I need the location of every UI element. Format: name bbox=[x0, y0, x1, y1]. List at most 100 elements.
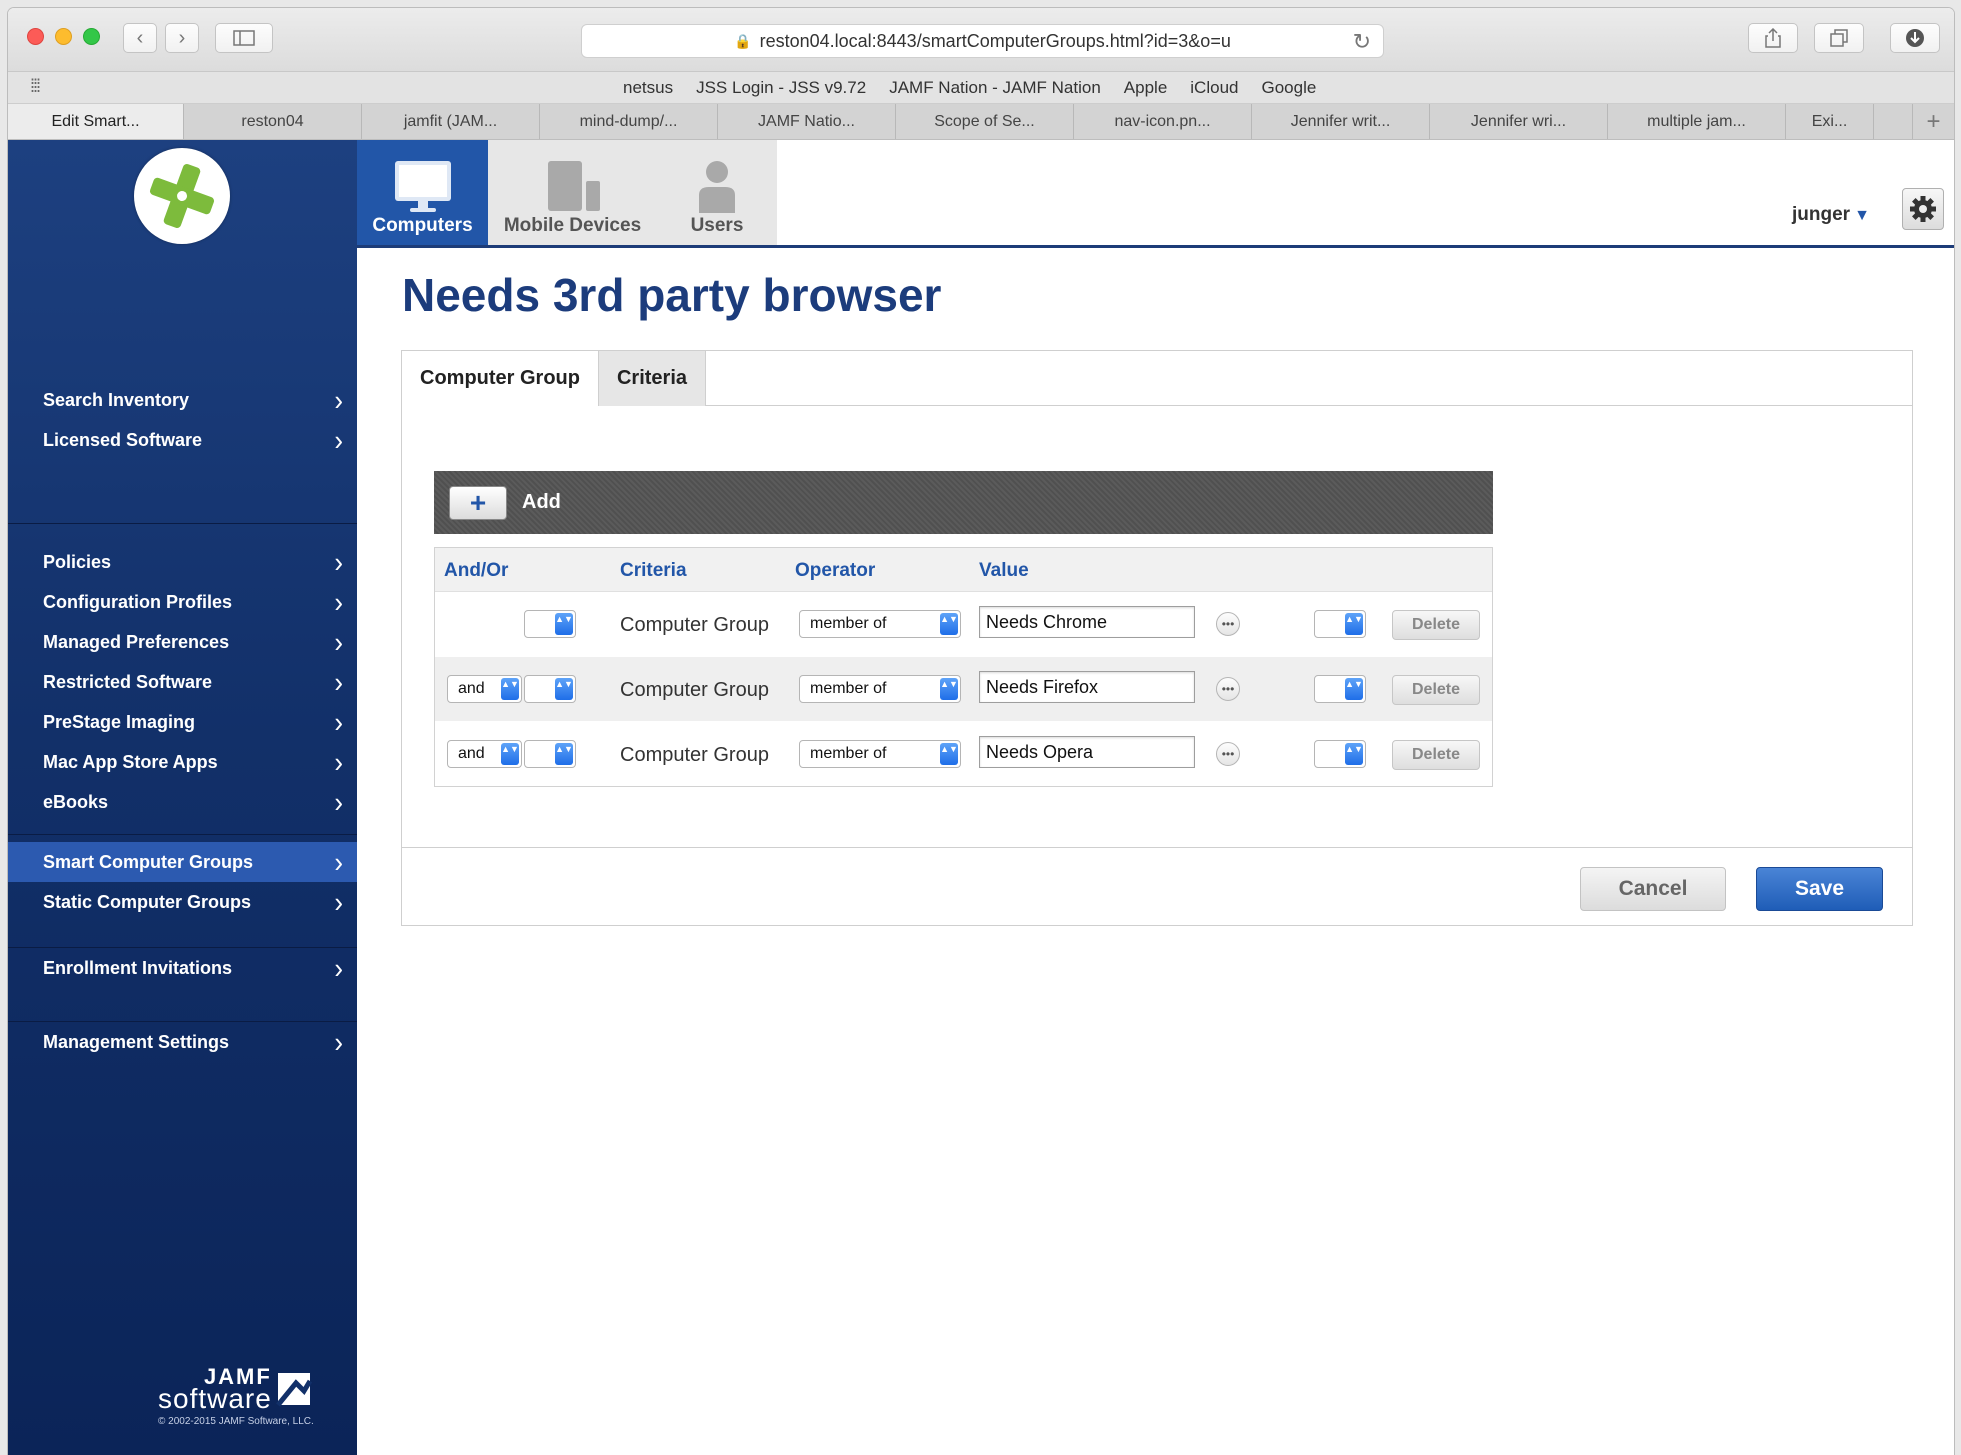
chevron-right-icon: › bbox=[334, 544, 343, 578]
forward-button[interactable]: › bbox=[165, 23, 199, 53]
sidebar-item-search-inventory[interactable]: Search Inventory › bbox=[8, 380, 357, 420]
settings-button[interactable] bbox=[1902, 188, 1944, 230]
address-bar[interactable]: 🔒 reston04.local:8443/smartComputerGroup… bbox=[581, 24, 1384, 58]
more-options-icon[interactable]: ••• bbox=[1216, 612, 1240, 636]
jamf-logo[interactable] bbox=[134, 148, 230, 244]
show-all-tabs-button[interactable] bbox=[1814, 23, 1864, 53]
sidebar-item-managed-preferences[interactable]: Managed Preferences › bbox=[8, 622, 357, 662]
chevron-right-icon: › bbox=[334, 844, 343, 878]
open-paren-select[interactable]: ▲▼ bbox=[524, 740, 576, 768]
panel-footer-divider bbox=[402, 847, 1912, 848]
chevron-right-icon: › bbox=[334, 704, 343, 738]
sidebar-item-licensed-software[interactable]: Licensed Software › bbox=[8, 420, 357, 460]
chevron-right-icon: › bbox=[334, 950, 343, 984]
browser-tab[interactable]: reston04 bbox=[184, 104, 362, 139]
sidebar-item-restricted-software[interactable]: Restricted Software › bbox=[8, 662, 357, 702]
select-arrows-icon: ▲▼ bbox=[940, 743, 958, 765]
open-paren-select[interactable]: ▲▼ bbox=[524, 675, 576, 703]
brand-bottom-text: software bbox=[158, 1382, 272, 1414]
favorite-link[interactable]: iCloud bbox=[1190, 78, 1238, 98]
sidebar-item-static-computer-groups[interactable]: Static Computer Groups › bbox=[8, 882, 357, 922]
chevron-right-icon: › bbox=[334, 382, 343, 416]
sidebar-item-ebooks[interactable]: eBooks › bbox=[8, 782, 357, 822]
nav-mobile-devices[interactable]: Mobile Devices bbox=[488, 140, 657, 245]
downloads-button[interactable] bbox=[1890, 23, 1940, 53]
sidebar-item-label: Configuration Profiles bbox=[43, 591, 232, 612]
sidebar-item-prestage-imaging[interactable]: PreStage Imaging › bbox=[8, 702, 357, 742]
select-arrows-icon: ▲▼ bbox=[555, 743, 573, 765]
select-arrows-icon: ▲▼ bbox=[1345, 678, 1363, 700]
and-or-select[interactable]: and ▲▼ bbox=[447, 740, 522, 768]
criteria-name: Computer Group bbox=[620, 679, 769, 701]
share-button[interactable] bbox=[1748, 23, 1798, 53]
sidebar-group: Management Settings › bbox=[8, 1022, 357, 1062]
value-field[interactable]: Needs Firefox bbox=[979, 671, 1195, 703]
chevron-right-icon: › bbox=[334, 584, 343, 618]
top-sites-icon[interactable]: ⁞⁞⁞ bbox=[30, 76, 41, 97]
add-button[interactable]: + bbox=[449, 485, 507, 520]
nav-computers[interactable]: Computers bbox=[357, 140, 488, 245]
nav-users[interactable]: Users bbox=[657, 140, 777, 245]
delete-button[interactable]: Delete bbox=[1392, 610, 1480, 640]
zoom-window-button[interactable] bbox=[83, 28, 100, 45]
sidebar-item-enrollment-invitations[interactable]: Enrollment Invitations › bbox=[8, 948, 357, 988]
sidebar-item-label: Restricted Software bbox=[43, 671, 213, 692]
open-paren-select[interactable]: ▲▼ bbox=[524, 610, 576, 638]
sidebar-divider bbox=[8, 834, 357, 835]
chevron-right-icon: › bbox=[334, 744, 343, 778]
favorite-link[interactable]: Apple bbox=[1124, 78, 1167, 98]
favorite-link[interactable]: netsus bbox=[623, 78, 673, 98]
operator-select[interactable]: member of ▲▼ bbox=[799, 675, 961, 703]
select-arrows-icon: ▲▼ bbox=[1345, 613, 1363, 635]
close-window-button[interactable] bbox=[27, 28, 44, 45]
reload-icon[interactable]: ↻ bbox=[1353, 29, 1371, 55]
and-or-value: and bbox=[458, 745, 485, 762]
close-paren-select[interactable]: ▲▼ bbox=[1314, 740, 1366, 768]
operator-select[interactable]: member of ▲▼ bbox=[799, 610, 961, 638]
operator-value: member of bbox=[810, 745, 887, 762]
sidebar-toggle-button[interactable] bbox=[215, 23, 273, 53]
cancel-button[interactable]: Cancel bbox=[1580, 867, 1726, 911]
delete-button[interactable]: Delete bbox=[1392, 740, 1480, 770]
favorite-link[interactable]: JAMF Nation - JAMF Nation bbox=[889, 78, 1101, 98]
sidebar-item-policies[interactable]: Policies › bbox=[8, 542, 357, 582]
col-criteria: Criteria bbox=[620, 560, 687, 581]
favorite-link[interactable]: JSS Login - JSS v9.72 bbox=[696, 78, 866, 98]
browser-tab[interactable]: multiple jam... bbox=[1608, 104, 1786, 139]
delete-button[interactable]: Delete bbox=[1392, 675, 1480, 705]
browser-tab[interactable]: Scope of Se... bbox=[896, 104, 1074, 139]
tab-criteria[interactable]: Criteria bbox=[599, 351, 706, 406]
sidebar-divider bbox=[8, 947, 357, 948]
browser-tab[interactable]: Edit Smart... bbox=[8, 104, 184, 139]
more-options-icon[interactable]: ••• bbox=[1216, 677, 1240, 701]
browser-tab[interactable]: Exi... bbox=[1786, 104, 1874, 139]
save-button[interactable]: Save bbox=[1756, 867, 1883, 911]
browser-tab[interactable]: JAMF Natio... bbox=[718, 104, 896, 139]
close-paren-select[interactable]: ▲▼ bbox=[1314, 675, 1366, 703]
back-button[interactable]: ‹ bbox=[123, 23, 157, 53]
sidebar-item-mac-app-store-apps[interactable]: Mac App Store Apps › bbox=[8, 742, 357, 782]
nav-users-label: Users bbox=[690, 215, 744, 236]
new-tab-button[interactable]: + bbox=[1912, 104, 1954, 139]
tab-computer-group[interactable]: Computer Group bbox=[402, 351, 599, 406]
sidebar-item-management-settings[interactable]: Management Settings › bbox=[8, 1022, 357, 1062]
browser-tab[interactable]: Jennifer writ... bbox=[1252, 104, 1430, 139]
criteria-row: and ▲▼ ▲▼ Computer Group member of ▲▼ Needs Fi… bbox=[435, 657, 1492, 721]
sidebar-item-smart-computer-groups[interactable]: Smart Computer Groups › bbox=[8, 842, 357, 882]
browser-tab[interactable]: nav-icon.pn... bbox=[1074, 104, 1252, 139]
favorite-link[interactable]: Google bbox=[1261, 78, 1316, 98]
user-menu[interactable]: junger ▼ bbox=[1792, 204, 1870, 226]
operator-select[interactable]: member of ▲▼ bbox=[799, 740, 961, 768]
minimize-window-button[interactable] bbox=[55, 28, 72, 45]
browser-tab[interactable]: jamfit (JAM... bbox=[362, 104, 540, 139]
select-arrows-icon: ▲▼ bbox=[555, 678, 573, 700]
sidebar-divider bbox=[8, 1021, 357, 1022]
sidebar-item-configuration-profiles[interactable]: Configuration Profiles › bbox=[8, 582, 357, 622]
close-paren-select[interactable]: ▲▼ bbox=[1314, 610, 1366, 638]
more-options-icon[interactable]: ••• bbox=[1216, 742, 1240, 766]
browser-tab[interactable]: mind-dump/... bbox=[540, 104, 718, 139]
browser-tab[interactable]: Jennifer wri... bbox=[1430, 104, 1608, 139]
and-or-select[interactable]: and ▲▼ bbox=[447, 675, 522, 703]
value-field[interactable]: Needs Opera bbox=[979, 736, 1195, 768]
value-field[interactable]: Needs Chrome bbox=[979, 606, 1195, 638]
